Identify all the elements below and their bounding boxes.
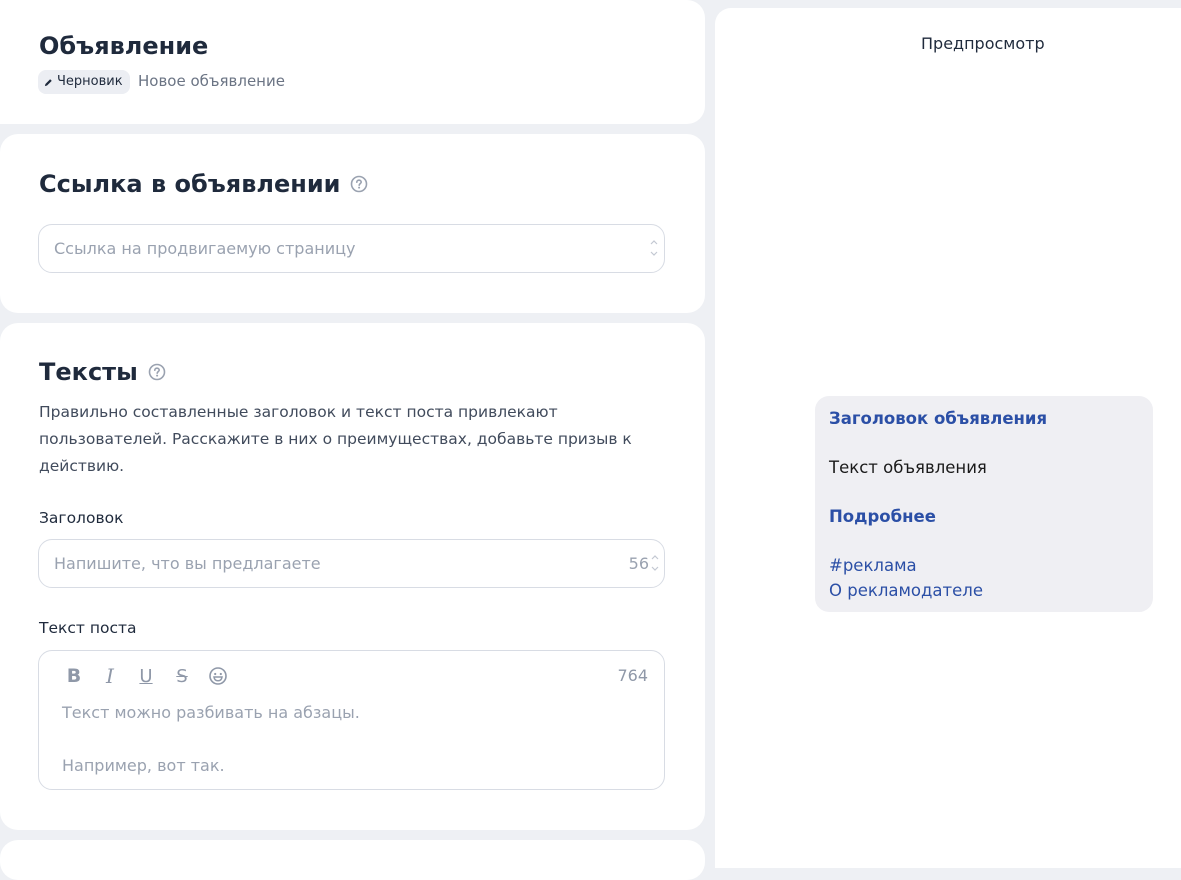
emoji-button[interactable] xyxy=(207,665,229,687)
stepper-arrows-icon[interactable] xyxy=(651,552,659,574)
texts-section-title-text: Тексты xyxy=(39,358,138,386)
headline-input[interactable] xyxy=(54,540,614,587)
preview-text: Текст объявления xyxy=(829,458,987,477)
pencil-icon xyxy=(44,78,52,86)
status-badge: Черновик xyxy=(38,70,130,94)
preview-more-link[interactable]: Подробнее xyxy=(829,507,936,526)
editor-panel: Объявление Черновик Новое объявление Ссы… xyxy=(0,0,705,880)
link-section-title: Ссылка в объявлении xyxy=(39,170,368,198)
underline-button[interactable]: U xyxy=(135,665,157,687)
link-input[interactable] xyxy=(54,225,614,272)
post-char-counter: 764 xyxy=(617,666,648,685)
help-icon[interactable] xyxy=(148,363,166,381)
preview-panel: Предпросмотр Заголовок объявления Текст … xyxy=(715,8,1181,868)
link-section-card: Ссылка в объявлении xyxy=(0,134,705,313)
headline-field: 56 xyxy=(38,539,665,588)
bold-button[interactable]: B xyxy=(63,665,85,687)
preview-hashtag[interactable]: #реклама xyxy=(829,556,917,575)
link-field xyxy=(38,224,665,273)
post-text-label: Текст поста xyxy=(39,619,137,637)
post-placeholder-line: Например, вот так. xyxy=(62,756,225,775)
post-placeholder-line: Текст можно разбивать на абзацы. xyxy=(62,703,360,722)
preview-title: Предпросмотр xyxy=(921,34,1045,53)
headline-char-counter: 56 xyxy=(628,554,649,573)
stepper-arrows-icon[interactable] xyxy=(650,237,658,259)
ad-header-card: Объявление Черновик Новое объявление xyxy=(0,0,705,124)
help-icon[interactable] xyxy=(350,175,368,193)
ad-name: Новое объявление xyxy=(138,72,285,90)
status-badge-label: Черновик xyxy=(57,74,123,89)
smile-icon xyxy=(209,667,227,685)
texts-section-title: Тексты xyxy=(39,358,166,386)
headline-label: Заголовок xyxy=(39,509,124,527)
preview-advertiser-link[interactable]: О рекламодателе xyxy=(829,581,983,600)
page-title: Объявление xyxy=(39,32,209,60)
preview-headline: Заголовок объявления xyxy=(829,409,1048,428)
ad-preview-card: Заголовок объявления Текст объявления По… xyxy=(815,396,1153,612)
next-section-card xyxy=(0,840,705,880)
texts-description: Правильно составленные заголовок и текст… xyxy=(39,403,632,475)
strikethrough-button[interactable]: S xyxy=(171,665,193,687)
link-section-title-text: Ссылка в объявлении xyxy=(39,170,341,198)
post-text-editor[interactable]: B I U S 764 Текст можно разбивать на абз… xyxy=(38,650,665,790)
formatting-toolbar: B I U S xyxy=(63,664,229,688)
italic-button[interactable]: I xyxy=(99,664,121,688)
